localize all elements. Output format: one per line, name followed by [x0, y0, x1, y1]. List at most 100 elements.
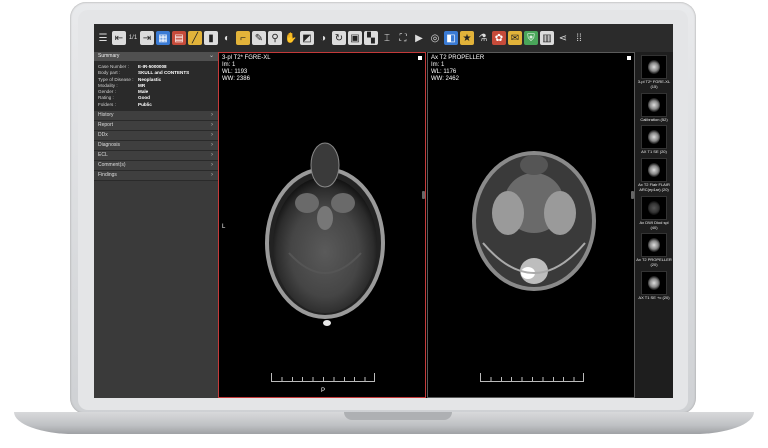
microscope-icon[interactable]: ⚗	[476, 31, 490, 45]
viewport-2[interactable]: Ax T2 PROPELLER Im: 1 WL: 1176 WW: 2462	[427, 52, 635, 398]
chevron-down-icon: ⌄	[208, 53, 214, 59]
thumbnail-preview	[648, 130, 660, 145]
section-report[interactable]: Report ›	[94, 121, 218, 132]
window-width: WW: 2462	[431, 76, 459, 82]
laptop-frame: ☰ ⇤ 1/1 ⇥ ▦ ▤ ╱ ▮ ◐ ⌐ ✎ ⚲ ✋ ◩ ◑ ↻ ▣ ▚ ⌶ …	[0, 0, 768, 448]
series-thumbnail[interactable]: AX T1 SE (20)	[635, 125, 673, 155]
series-thumbnail[interactable]: Ax T2 Flair FLAIR ARC(ep1ar) (20)	[635, 158, 673, 193]
rotate-icon[interactable]: ↻	[332, 31, 346, 45]
share-icon[interactable]: ⋖	[556, 31, 570, 45]
section-label: ECL	[98, 152, 108, 159]
chevron-right-icon: ›	[211, 112, 213, 119]
thumbnail-preview	[648, 163, 660, 178]
fullscreen-icon[interactable]: ⛶	[396, 31, 410, 45]
film-icon[interactable]: ▮	[204, 31, 218, 45]
viewport-resize-handle[interactable]	[631, 191, 634, 199]
thumbnail-label: 3-pl T2* FGRE-XL (15)	[637, 79, 671, 89]
series-thumbnail[interactable]: Ax DWI Diod spl (40)	[635, 195, 673, 231]
cine-icon[interactable]: ◎	[428, 31, 442, 45]
measure-icon[interactable]: ╱	[188, 31, 202, 45]
grid-icon[interactable]: ▦	[156, 31, 170, 45]
chevron-right-icon: ›	[211, 152, 213, 159]
thumbnail-preview	[648, 200, 660, 215]
section-ddx[interactable]: DDx ›	[94, 131, 218, 142]
thumbnail-image	[641, 270, 667, 295]
layout-2x2-icon[interactable]: ▤	[172, 31, 186, 45]
toolbar: ☰ ⇤ 1/1 ⇥ ▦ ▤ ╱ ▮ ◐ ⌐ ✎ ⚲ ✋ ◩ ◑ ↻ ▣ ▚ ⌶ …	[94, 24, 673, 52]
invert-icon[interactable]: ◑	[316, 31, 330, 45]
chevron-right-icon: ›	[211, 122, 213, 129]
info-row: Folders : Public	[94, 102, 218, 108]
thumbnail-label: Ax T2 PROPELLER (20)	[636, 257, 672, 268]
angle-icon[interactable]: ⌐	[236, 31, 250, 45]
star-icon[interactable]: ★	[460, 31, 474, 45]
chevron-right-icon: ›	[211, 172, 213, 179]
window-level-icon[interactable]: ◩	[300, 31, 314, 45]
section-history[interactable]: History ›	[94, 111, 218, 122]
section-diagnosis[interactable]: Diagnosis ›	[94, 141, 218, 152]
layout-label[interactable]: 1/1	[128, 31, 138, 45]
pan-hand-icon[interactable]: ✋	[284, 31, 298, 45]
section-label: DDx	[98, 132, 108, 139]
scale-ruler	[271, 373, 375, 382]
viewport-1[interactable]: 3-pl T2* FGRE-XL Im: 1 WL: 1193 WW: 2386…	[218, 52, 426, 398]
section-label: Report	[98, 122, 114, 129]
case-info-panel: Summary ⌄ Case Number : E-IR-5000008 Body…	[94, 52, 218, 398]
series-thumbnail[interactable]: AX T1 SE +c (20)	[635, 270, 673, 301]
section-comments[interactable]: Comment(s) ›	[94, 161, 218, 172]
thumbnail-image	[641, 92, 667, 117]
play-icon[interactable]: ▶	[412, 31, 426, 45]
window-width: WW: 2386	[222, 76, 250, 82]
menu-icon[interactable]: ☰	[96, 31, 110, 45]
image-icon[interactable]: ▣	[348, 31, 362, 45]
thumbnail-label: Ax T2 Flair FLAIR ARC(ep1ar) (20)	[638, 182, 670, 192]
summary-details: Case Number : E-IR-5000008 Body part : SKU…	[94, 62, 218, 112]
dicom-viewer-screen: ☰ ⇤ 1/1 ⇥ ▦ ▤ ╱ ▮ ◐ ⌐ ✎ ⚲ ✋ ◩ ◑ ↻ ▣ ▚ ⌶ …	[94, 24, 673, 398]
section-label: Comment(s)	[98, 162, 126, 169]
series-thumbnail[interactable]: Ax T2 PROPELLER (20)	[635, 233, 673, 268]
ruler-end	[271, 373, 272, 381]
section-findings[interactable]: Findings ›	[94, 171, 218, 182]
viewport-resize-handle[interactable]	[422, 191, 425, 199]
mosaic-icon[interactable]: ▚	[364, 31, 378, 45]
mri-axial-image-2	[472, 151, 596, 291]
field-value: Public	[138, 101, 152, 107]
thumbnail-image	[641, 158, 667, 183]
window-level: WL: 1193	[222, 69, 248, 75]
magnify-icon[interactable]: ⚲	[268, 31, 282, 45]
series-thumbnail[interactable]: 3-pl T2* FGRE-XL (15)	[635, 55, 673, 90]
orientation-bottom-marker: P	[321, 388, 326, 394]
thumbnail-label: Ax DWI Diod spl (40)	[639, 219, 669, 230]
arrow-right-icon[interactable]: ⇥	[140, 31, 154, 45]
thumbnail-preview	[648, 275, 660, 290]
ruler-end	[480, 373, 481, 381]
pencil-icon[interactable]: ✎	[252, 31, 266, 45]
viewport-corner-marker	[418, 56, 422, 60]
laptop-base	[14, 412, 754, 434]
chevron-right-icon: ›	[211, 132, 213, 139]
thumbnail-preview	[648, 97, 660, 112]
paint-icon[interactable]: ✿	[492, 31, 506, 45]
contrast-icon[interactable]: ◐	[220, 31, 234, 45]
text-cursor-icon[interactable]: ⌶	[380, 31, 394, 45]
section-label: Findings	[98, 172, 117, 179]
chevron-right-icon: ›	[211, 142, 213, 149]
section-ecl[interactable]: ECL ›	[94, 151, 218, 162]
layout-1x1-icon[interactable]: ⇤	[112, 31, 126, 45]
chat-icon[interactable]: ✉	[508, 31, 522, 45]
series-name: Ax T2 PROPELLER	[431, 55, 485, 61]
chevron-right-icon: ›	[211, 162, 213, 169]
summary-header[interactable]: Summary ⌄	[94, 52, 218, 62]
thumbnail-image	[641, 233, 667, 258]
ruler-end	[374, 373, 375, 381]
thumbnail-label: AX T1 SE (20)	[641, 149, 667, 155]
apps-grid-icon[interactable]: ⁞⁞	[572, 31, 586, 45]
stack-icon[interactable]: ◧	[444, 31, 458, 45]
shield-icon[interactable]: ⛨	[524, 31, 538, 45]
field-key: Folders :	[98, 101, 116, 107]
calendar-icon[interactable]: ▥	[540, 31, 554, 45]
series-thumbnail[interactable]: Calibration (52)	[635, 92, 673, 123]
viewport-corner-marker	[627, 56, 631, 60]
thumbnail-image	[641, 125, 667, 150]
laptop-notch	[344, 412, 452, 420]
